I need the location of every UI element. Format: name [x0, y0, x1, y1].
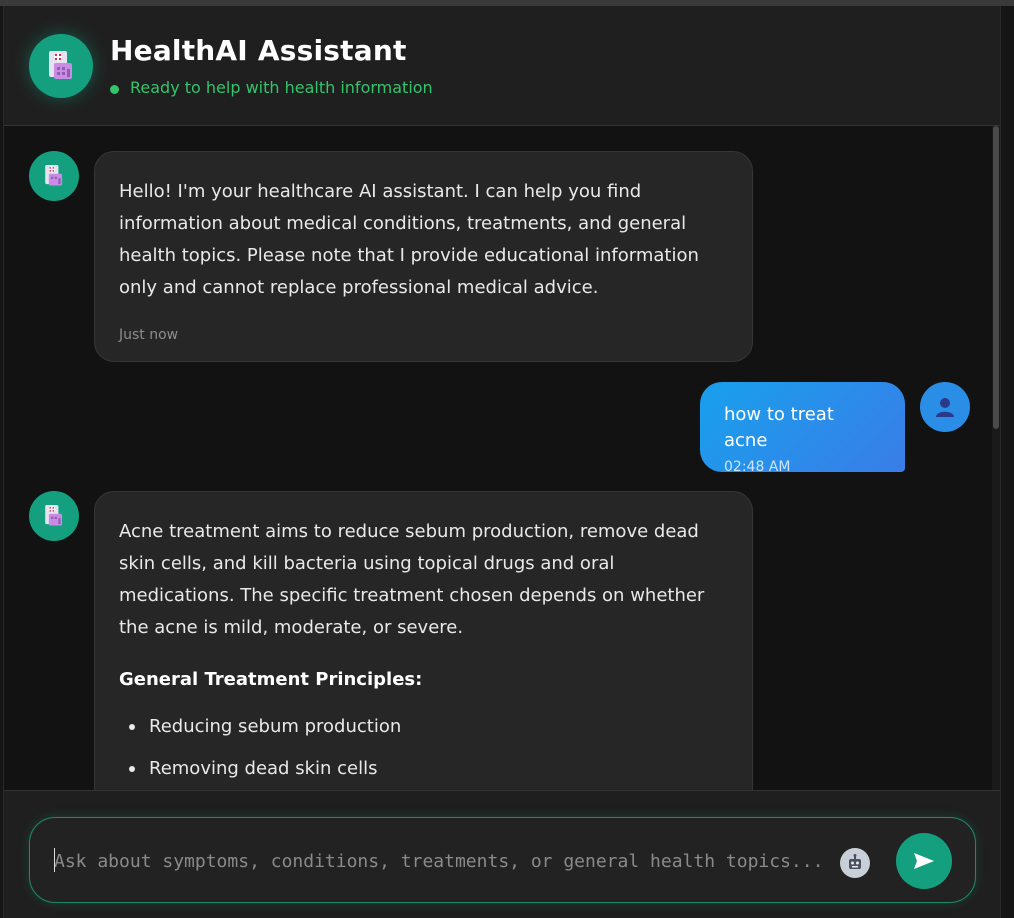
- message-text: how to treat acne: [724, 404, 834, 451]
- message-list[interactable]: Hello! I'm your healthcare AI assistant.…: [4, 126, 1000, 790]
- list-item: Removing dead skin cells: [119, 748, 728, 790]
- send-button[interactable]: [896, 833, 952, 889]
- app-frame: HealthAI Assistant Ready to help with he…: [0, 0, 1014, 918]
- composer-area: [4, 790, 1000, 918]
- status-dot: [110, 85, 119, 94]
- message-input[interactable]: [54, 848, 834, 874]
- assistant-message-bubble: Acne treatment aims to reduce sebum prod…: [94, 491, 753, 790]
- hospital-icon: [45, 505, 63, 526]
- message-text: Acne treatment aims to reduce sebum prod…: [119, 521, 705, 638]
- chat-window: HealthAI Assistant Ready to help with he…: [3, 6, 1001, 918]
- section-heading: General Treatment Principles:: [119, 669, 423, 690]
- user-avatar: [920, 382, 970, 432]
- message-timestamp: Just now: [119, 327, 179, 343]
- assistant-message-avatar: [29, 151, 79, 201]
- user-message-bubble: how to treat acne 02:48 AM: [700, 382, 905, 475]
- message-timestamp: 02:48 AM: [724, 459, 791, 475]
- robot-icon[interactable]: [840, 848, 870, 878]
- assistant-message-avatar: [29, 491, 79, 541]
- message-composer: [29, 817, 976, 903]
- assistant-avatar: [29, 34, 93, 98]
- hospital-icon: [49, 51, 72, 79]
- chat-header: HealthAI Assistant Ready to help with he…: [4, 6, 1000, 126]
- text-caret: [54, 848, 55, 872]
- message-text: Hello! I'm your healthcare AI assistant.…: [119, 181, 699, 298]
- header-title: HealthAI Assistant: [110, 34, 407, 67]
- user-silhouette-icon: [936, 398, 954, 417]
- chat-scrollbar[interactable]: [992, 126, 1000, 790]
- assistant-message-bubble: Hello! I'm your healthcare AI assistant.…: [94, 151, 753, 362]
- hospital-icon: [45, 165, 63, 186]
- send-icon: [914, 853, 934, 869]
- status-text: Ready to help with health information: [130, 78, 433, 97]
- list-item: Reducing sebum production: [119, 706, 728, 748]
- scroll-thumb[interactable]: [993, 126, 999, 429]
- treatment-list: Reducing sebum production Removing dead …: [119, 706, 728, 790]
